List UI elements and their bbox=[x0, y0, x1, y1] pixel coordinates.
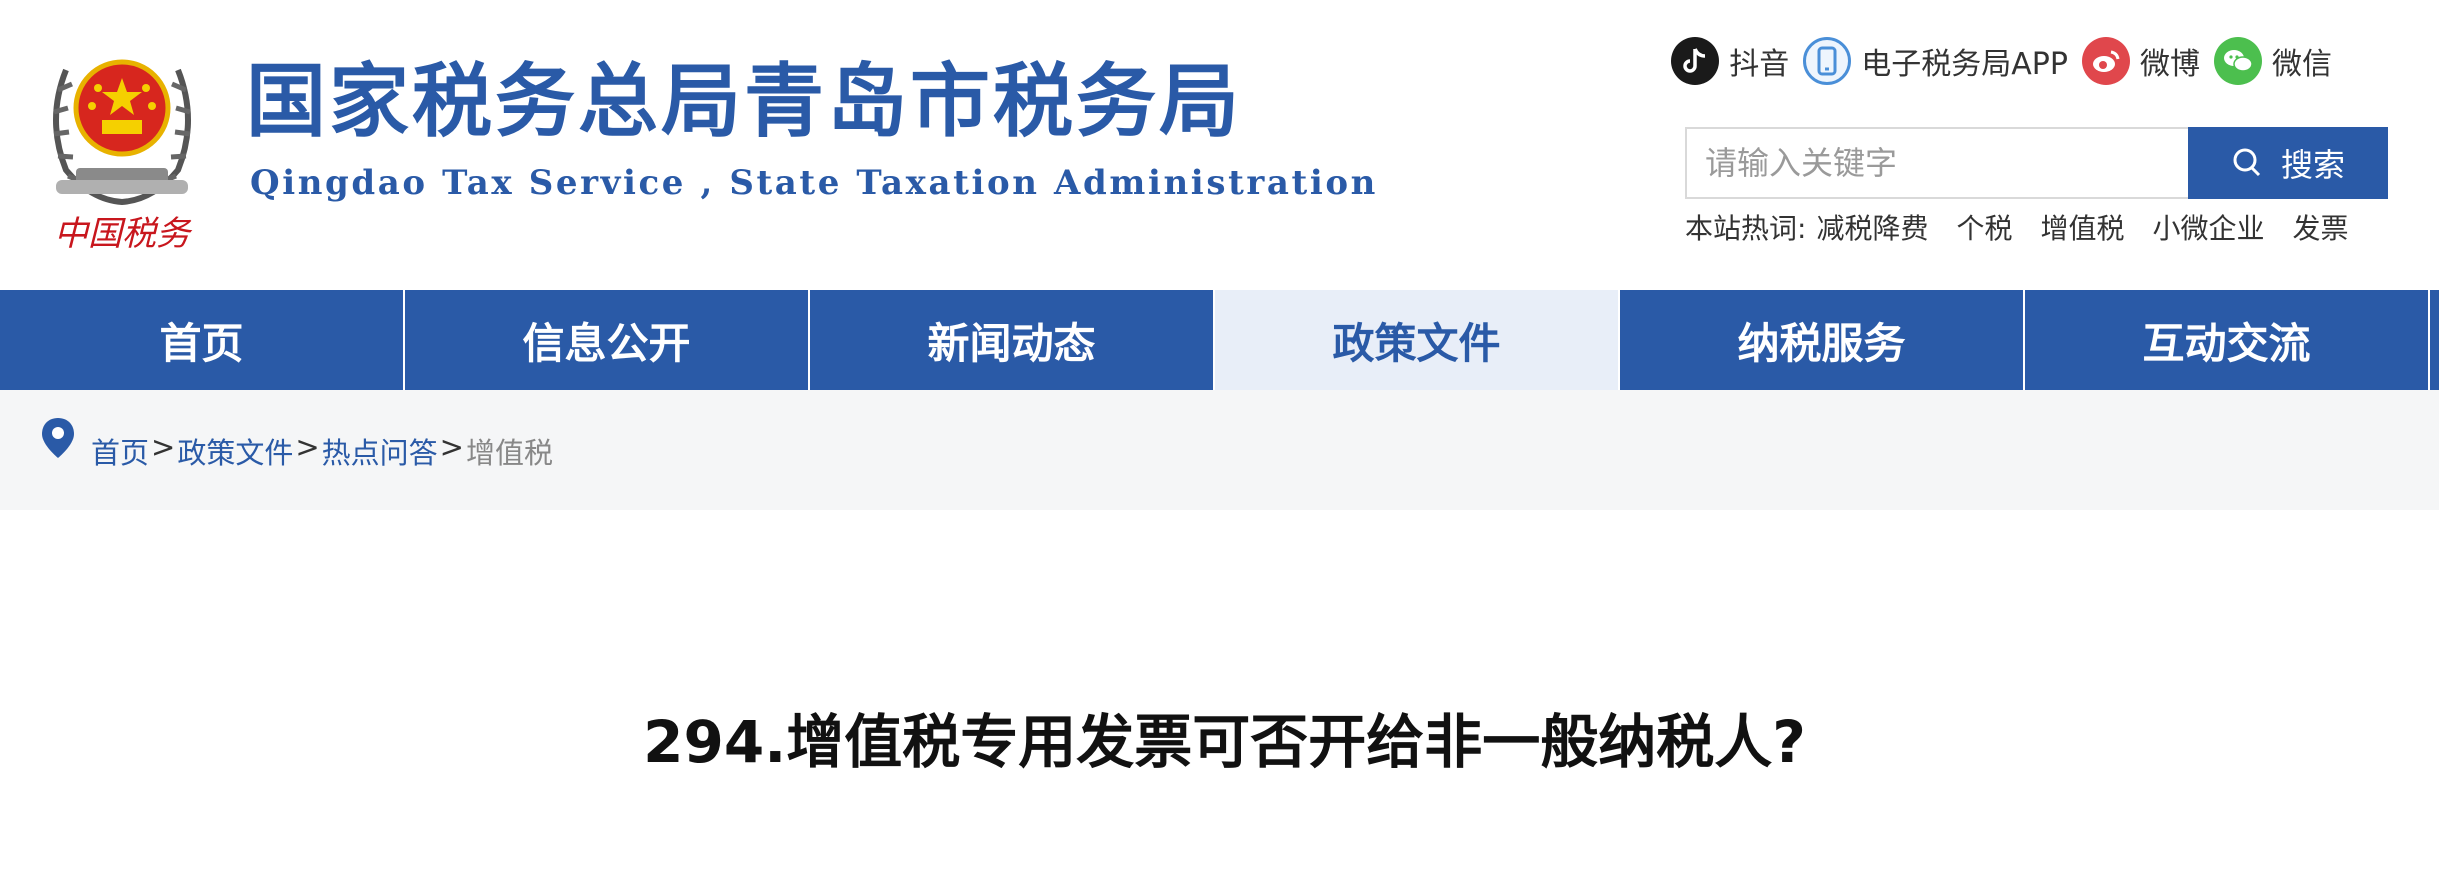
douyin-icon bbox=[1671, 37, 1720, 85]
location-pin-icon bbox=[42, 418, 74, 458]
breadcrumb-separator: > bbox=[151, 430, 176, 464]
nav-item-info-disclosure[interactable]: 信息公开 bbox=[405, 290, 810, 390]
hot-word-link[interactable]: 发票 bbox=[2293, 207, 2349, 247]
wechat-icon bbox=[2214, 37, 2262, 85]
hot-word-link[interactable]: 小微企业 bbox=[2152, 207, 2264, 247]
social-item-wechat[interactable]: 微信 bbox=[2214, 37, 2332, 85]
search-button-label: 搜索 bbox=[2280, 146, 2345, 184]
hot-word-link[interactable]: 增值税 bbox=[2040, 207, 2124, 247]
phone-icon bbox=[1803, 37, 1852, 85]
search-button[interactable]: 搜索 bbox=[2188, 127, 2388, 199]
hot-words: 本站热词: 减税降费 个税 增值税 小微企业 发票 bbox=[1685, 207, 2349, 247]
nav-item-news[interactable]: 新闻动态 bbox=[810, 290, 1215, 390]
article-title: 294.增值税专用发票可否开给非一般纳税人? bbox=[643, 708, 1806, 776]
social-label: 微信 bbox=[2272, 47, 2332, 82]
nav-item-interaction[interactable]: 互动交流 bbox=[2025, 290, 2430, 390]
breadcrumb-separator: > bbox=[439, 430, 464, 464]
social-label: 抖音 bbox=[1729, 47, 1790, 82]
breadcrumb-separator: > bbox=[295, 430, 320, 464]
national-emblem-icon[interactable]: 中国税务 bbox=[36, 30, 208, 255]
breadcrumb-current: 增值税 bbox=[465, 436, 553, 470]
weibo-icon bbox=[2082, 37, 2130, 85]
social-item-douyin[interactable]: 抖音 bbox=[1671, 37, 1789, 85]
social-links: 抖音 电子税务局APP 微博 微信 bbox=[1657, 36, 2332, 86]
social-item-app[interactable]: 电子税务局APP bbox=[1803, 37, 2068, 85]
breadcrumb-hot-qa[interactable]: 热点问答 bbox=[322, 430, 438, 472]
nav-item-policy[interactable]: 政策文件 bbox=[1215, 290, 1620, 390]
nav-item-home[interactable]: 首页 bbox=[0, 290, 405, 390]
social-item-weibo[interactable]: 微博 bbox=[2082, 37, 2200, 85]
hot-word-link[interactable]: 减税降费 bbox=[1816, 207, 1928, 247]
search-icon bbox=[2233, 148, 2261, 177]
site-subtitle[interactable]: Qingdao Tax Service , State Taxation Adm… bbox=[250, 166, 1378, 200]
social-label: 微博 bbox=[2140, 47, 2200, 82]
emblem-caption: 中国税务 bbox=[54, 214, 193, 254]
breadcrumb-bar: 首页 > 政策文件 > 热点问答 > 增值税 bbox=[0, 390, 2439, 510]
nav-item-tax-service[interactable]: 纳税服务 bbox=[1620, 290, 2025, 390]
search-input[interactable] bbox=[1685, 127, 2188, 199]
breadcrumb-home[interactable]: 首页 bbox=[91, 430, 149, 472]
main-nav: 首页 信息公开 新闻动态 政策文件 纳税服务 互动交流 bbox=[0, 290, 2439, 390]
breadcrumb-policy[interactable]: 政策文件 bbox=[177, 430, 293, 472]
breadcrumb: 首页 > 政策文件 > 热点问答 > 增值税 bbox=[91, 430, 553, 472]
hot-word-link[interactable]: 个税 bbox=[1956, 207, 2012, 247]
site-header: 中国税务 国家税务总局青岛市税务局 Qingdao Tax Service , … bbox=[0, 0, 2439, 290]
hot-words-label: 本站热词: bbox=[1685, 212, 1807, 245]
site-title[interactable]: 国家税务总局青岛市税务局 bbox=[246, 62, 1242, 142]
social-label: 电子税务局APP bbox=[1861, 47, 2068, 82]
search-box: 搜索 bbox=[1685, 127, 2388, 199]
